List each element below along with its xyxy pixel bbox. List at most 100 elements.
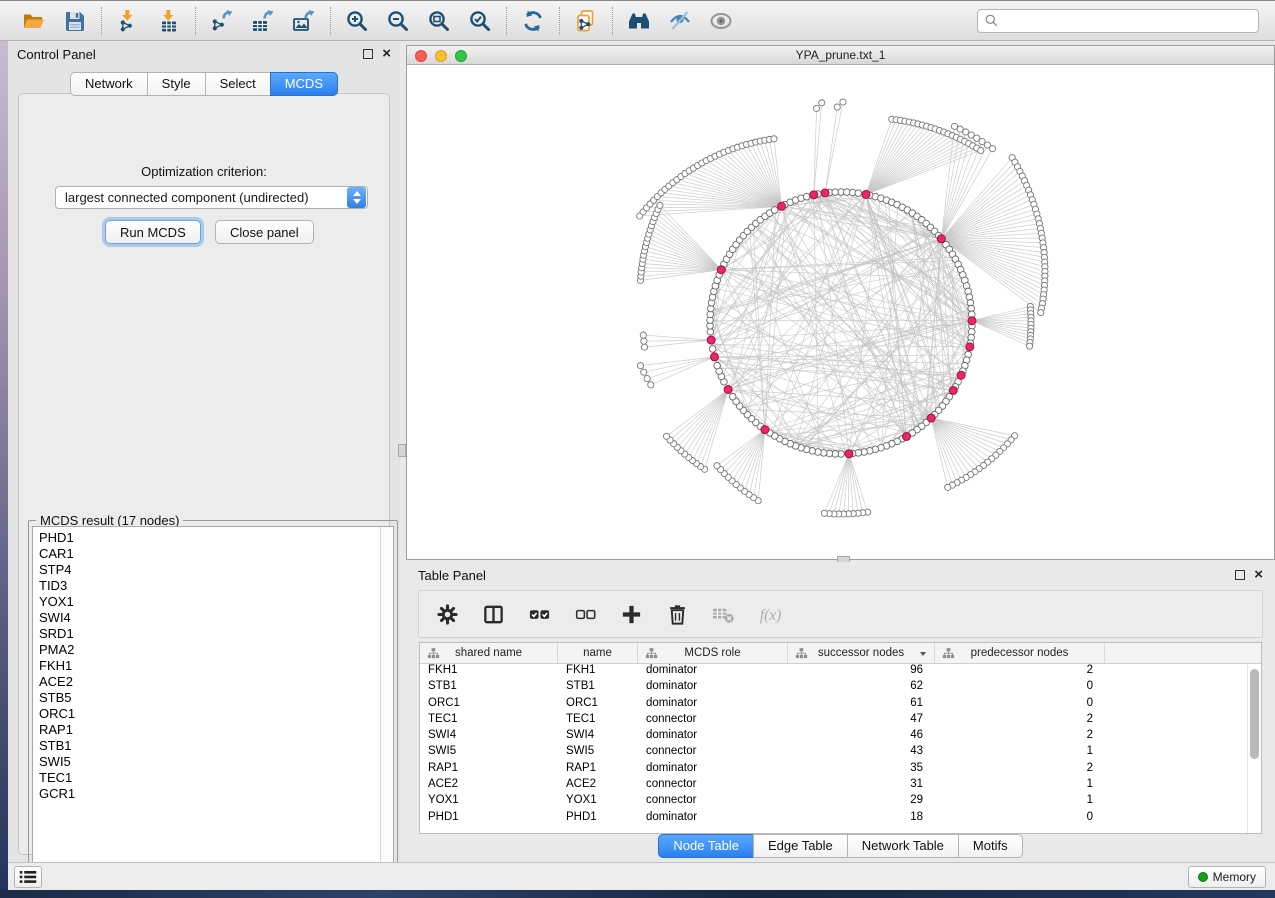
zoom-out-button[interactable] <box>385 8 411 34</box>
criterion-value: largest connected component (undirected) <box>56 190 347 205</box>
status-bar: Memory <box>8 862 1275 890</box>
memory-button[interactable]: Memory <box>1188 866 1266 888</box>
table-row[interactable]: ORC1ORC1dominator610 <box>420 697 1261 713</box>
mcds-result-item[interactable]: ACE2 <box>39 674 393 690</box>
mcds-result-item[interactable]: TEC1 <box>39 770 393 786</box>
table-cell: 2 <box>935 713 1105 729</box>
column-header-predecessor-nodes[interactable]: predecessor nodes <box>935 643 1105 663</box>
table-row[interactable]: TEC1TEC1connector472 <box>420 713 1261 729</box>
table-cell: dominator <box>638 811 788 827</box>
mcds-result-item[interactable]: SRD1 <box>39 626 393 642</box>
tab-network[interactable]: Network <box>70 72 148 96</box>
criterion-dropdown[interactable]: largest connected component (undirected) <box>55 186 368 209</box>
close-panel-icon[interactable]: × <box>1254 570 1263 580</box>
mcds-result-item[interactable]: SWI4 <box>39 610 393 626</box>
tab-mcds[interactable]: MCDS <box>270 72 338 96</box>
tab-style[interactable]: Style <box>147 72 206 96</box>
table-row[interactable]: FKH1FKH1dominator962 <box>420 664 1261 680</box>
column-header-shared-name[interactable]: shared name <box>420 643 558 663</box>
column-label: successor nodes <box>818 647 904 659</box>
mcds-result-item[interactable]: FKH1 <box>39 658 393 674</box>
table-panel-tabs: Node TableEdge TableNetwork TableMotifs <box>406 834 1275 858</box>
show-columns-button[interactable] <box>479 600 507 628</box>
mcds-result-item[interactable]: SWI5 <box>39 754 393 770</box>
vertical-splitter-handle[interactable] <box>398 444 406 457</box>
table-row[interactable]: YOX1YOX1connector291 <box>420 794 1261 810</box>
zoom-fit-button[interactable] <box>426 8 452 34</box>
task-history-button[interactable] <box>14 866 42 888</box>
export-table-button[interactable] <box>250 8 276 34</box>
table-row[interactable]: STB1STB1dominator620 <box>420 680 1261 696</box>
export-network-button[interactable] <box>209 8 235 34</box>
mcds-list-scrollbar[interactable] <box>380 527 393 885</box>
settings-button[interactable] <box>433 600 461 628</box>
table-row[interactable]: ACE2ACE2connector311 <box>420 778 1261 794</box>
minimize-window-icon[interactable] <box>435 50 447 62</box>
tab-node-table[interactable]: Node Table <box>658 834 754 858</box>
column-header-name[interactable]: name <box>558 643 638 663</box>
table-cell: dominator <box>638 697 788 713</box>
zoom-in-button[interactable] <box>344 8 370 34</box>
table-cell: 1 <box>935 745 1105 761</box>
mcds-result-item[interactable]: YOX1 <box>39 594 393 610</box>
open-file-button[interactable] <box>21 8 47 34</box>
close-panel-icon[interactable]: × <box>382 49 391 59</box>
network-view-titlebar[interactable]: YPA_prune.txt_1 <box>407 46 1274 65</box>
binoculars-button[interactable] <box>626 8 652 34</box>
table-cell: SWI4 <box>558 729 638 745</box>
table-cell: 96 <box>788 664 935 680</box>
show-all-button[interactable] <box>708 8 734 34</box>
table-row[interactable]: SWI5SWI5connector431 <box>420 745 1261 761</box>
import-network-button[interactable] <box>115 8 141 34</box>
network-canvas[interactable] <box>407 65 1274 559</box>
clone-network-button[interactable] <box>573 8 599 34</box>
search-input[interactable] <box>977 9 1259 33</box>
tab-network-table[interactable]: Network Table <box>847 834 959 858</box>
column-header-MCDS-role[interactable]: MCDS role <box>638 643 788 663</box>
save-session-button[interactable] <box>62 8 88 34</box>
export-image-button[interactable] <box>291 8 317 34</box>
mcds-result-item[interactable]: PMA2 <box>39 642 393 658</box>
close-window-icon[interactable] <box>415 50 427 62</box>
mcds-result-item[interactable]: TID3 <box>39 578 393 594</box>
hide-selected-button[interactable] <box>667 8 693 34</box>
maximize-window-icon[interactable] <box>455 50 467 62</box>
function-builder-button[interactable]: f(x) <box>755 600 783 628</box>
tab-edge-table[interactable]: Edge Table <box>753 834 848 858</box>
mcds-result-item[interactable]: STB5 <box>39 690 393 706</box>
mcds-result-item[interactable]: RAP1 <box>39 722 393 738</box>
mcds-result-item[interactable]: STP4 <box>39 562 393 578</box>
close-panel-button[interactable]: Close panel <box>215 220 314 244</box>
import-table-button[interactable] <box>156 8 182 34</box>
table-row[interactable]: PHD1PHD1dominator180 <box>420 811 1261 827</box>
float-panel-icon[interactable] <box>1235 570 1245 580</box>
mcds-result-item[interactable]: CAR1 <box>39 546 393 562</box>
show-all-icon <box>709 9 733 33</box>
column-header-successor-nodes[interactable]: successor nodes <box>788 643 935 663</box>
table-row[interactable]: RAP1RAP1dominator352 <box>420 762 1261 778</box>
tab-select[interactable]: Select <box>205 72 271 96</box>
mcds-result-item[interactable]: ORC1 <box>39 706 393 722</box>
unselect-all-button[interactable] <box>571 600 599 628</box>
delete-column-button[interactable] <box>663 600 691 628</box>
select-all-button[interactable] <box>525 600 553 628</box>
search-icon <box>984 13 999 28</box>
table-cell: dominator <box>638 680 788 696</box>
table-row[interactable]: SWI4SWI4dominator462 <box>420 729 1261 745</box>
mcds-result-item[interactable]: STB1 <box>39 738 393 754</box>
run-mcds-button[interactable]: Run MCDS <box>105 220 201 244</box>
table-cell: 61 <box>788 697 935 713</box>
refresh-network-button[interactable] <box>520 8 546 34</box>
table-cell: ORC1 <box>420 697 558 713</box>
delete-table-button[interactable] <box>709 600 737 628</box>
mcds-result-item[interactable]: PHD1 <box>39 530 393 546</box>
table-cell: connector <box>638 778 788 794</box>
zoom-selected-button[interactable] <box>467 8 493 34</box>
float-panel-icon[interactable] <box>363 49 373 59</box>
create-column-button[interactable] <box>617 600 645 628</box>
tab-motifs[interactable]: Motifs <box>958 834 1023 858</box>
table-scrollbar-thumb[interactable] <box>1250 669 1259 759</box>
table-cell: YOX1 <box>558 794 638 810</box>
mcds-result-item[interactable]: GCR1 <box>39 786 393 802</box>
table-header-row: shared namename MCDS role successor node… <box>420 643 1261 664</box>
